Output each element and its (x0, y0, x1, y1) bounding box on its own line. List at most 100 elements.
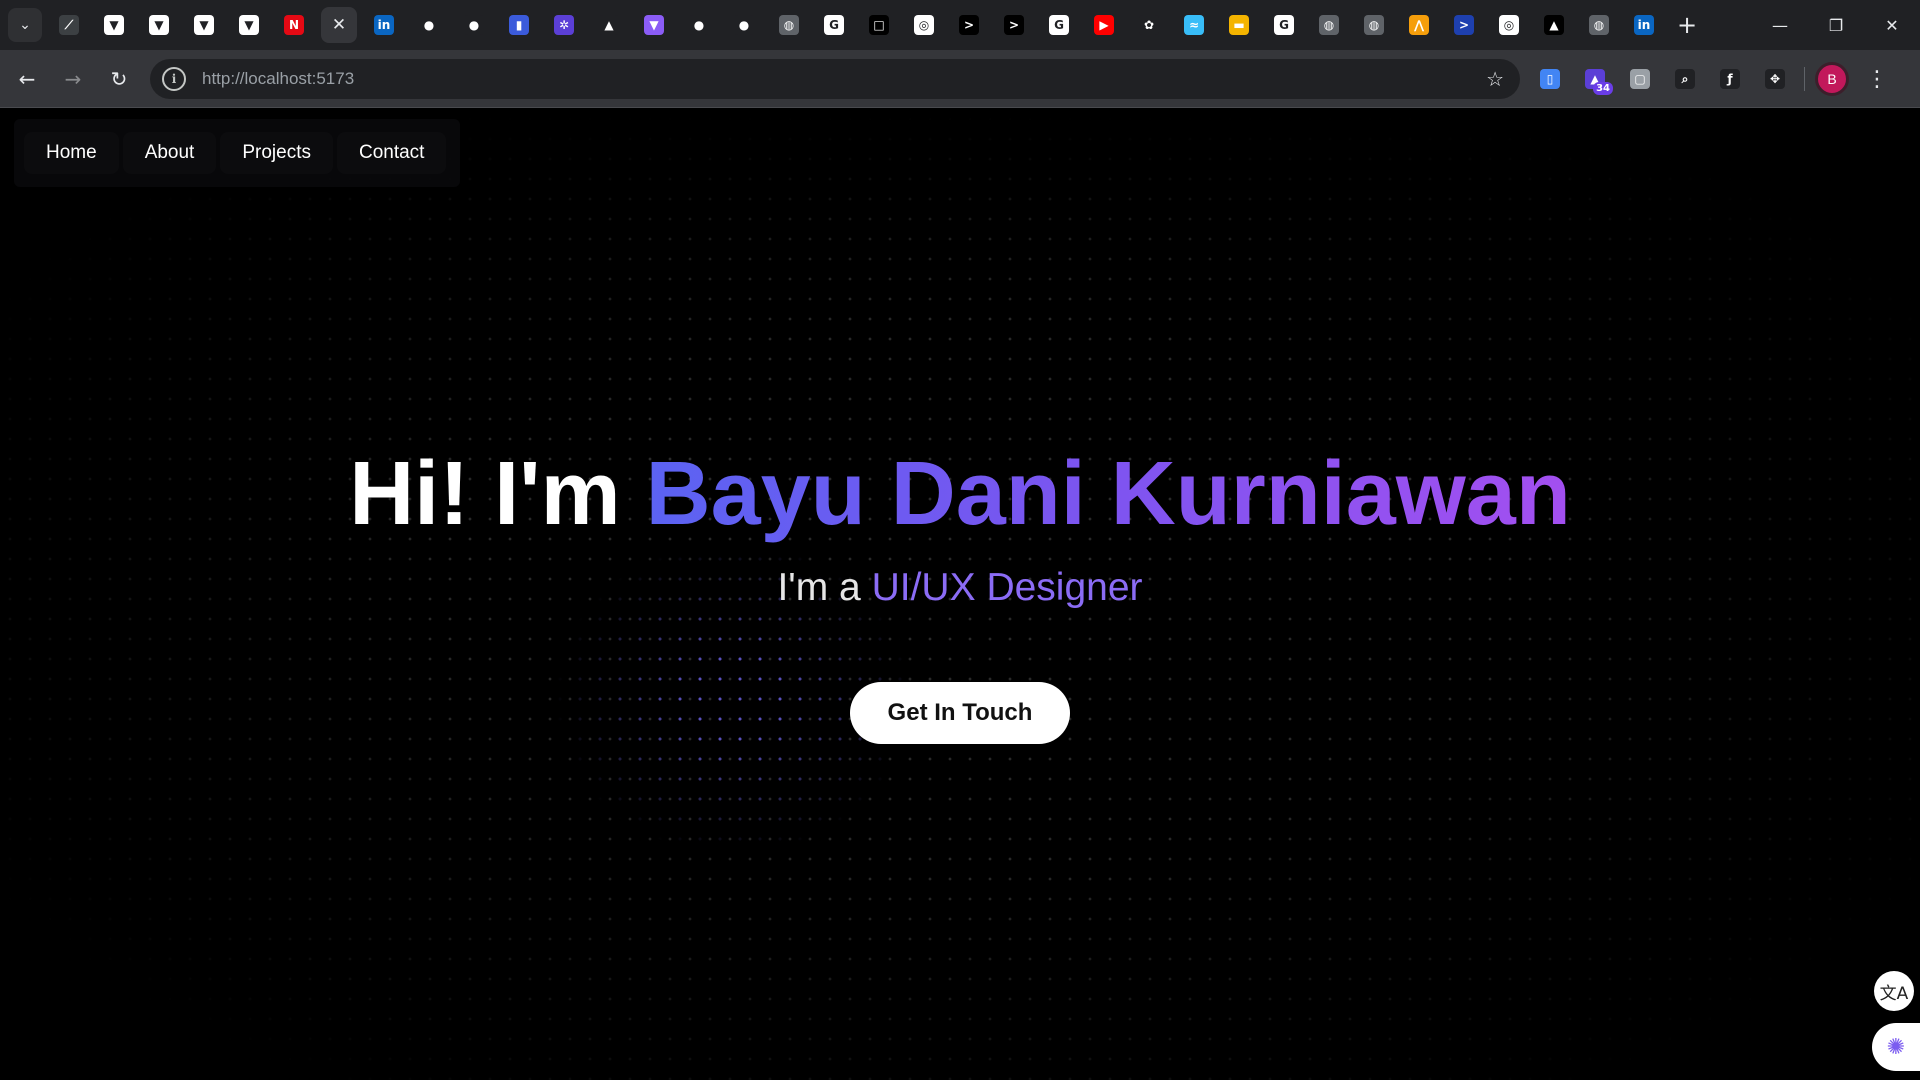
tailwind-icon: ≈ (1184, 15, 1204, 35)
hero-role: UI/UX Designer (871, 566, 1143, 609)
powershell-icon: > (1454, 15, 1474, 35)
browser-tab[interactable]: ▼ (141, 7, 177, 43)
docs-icon: ▯ (1540, 69, 1560, 89)
browser-tab[interactable]: ● (681, 7, 717, 43)
browser-tab[interactable]: ▲ (591, 7, 627, 43)
extension-button[interactable]: ▲ 34 (1577, 61, 1613, 97)
browser-tab[interactable]: ▶ (1086, 7, 1122, 43)
close-icon[interactable]: ✕ (332, 15, 346, 35)
kebab-menu-icon: ⋮ (1866, 66, 1888, 92)
hero-subtitle: I'm a UI/UX Designer (0, 563, 1920, 613)
browser-tab[interactable]: G (816, 7, 852, 43)
globe-icon: ◍ (1319, 15, 1339, 35)
hero-title: Hi! I'm Bayu Dani Kurniawan (0, 439, 1920, 549)
youtube-icon: ▶ (1094, 15, 1114, 35)
restore-button[interactable]: ❐ (1808, 0, 1864, 50)
browser-tab[interactable]: ◍ (1311, 7, 1347, 43)
extension-badge: 34 (1593, 82, 1613, 95)
browser-tab[interactable]: ● (456, 7, 492, 43)
arrow-left-icon: ← (18, 66, 36, 91)
browser-tab[interactable]: □ (861, 7, 897, 43)
translate-button[interactable]: 文A (1874, 971, 1914, 1011)
vercel-icon: ▼ (194, 15, 214, 35)
reload-icon: ↻ (110, 66, 128, 91)
toolbar-divider (1804, 67, 1805, 91)
vercel-icon: ▼ (104, 15, 124, 35)
puzzle-icon: ✥ (1765, 69, 1785, 89)
settings-icon: ✲ (554, 15, 574, 35)
chart-icon: ▮ (509, 15, 529, 35)
profile-avatar[interactable]: B (1815, 62, 1849, 96)
browser-tab[interactable]: ▼ (231, 7, 267, 43)
google-icon: G (1274, 15, 1294, 35)
new-tab-button[interactable]: + (1670, 8, 1704, 42)
linkedin-icon: in (1634, 15, 1654, 35)
back-button[interactable]: ← (8, 60, 46, 98)
browser-tab[interactable]: > (1446, 7, 1482, 43)
vercel-icon: ▼ (149, 15, 169, 35)
bookmark-star-icon[interactable]: ☆ (1486, 67, 1504, 91)
browser-tab[interactable]: ✿ (1131, 7, 1167, 43)
hero-greeting: Hi! I'm (349, 444, 646, 544)
globe-icon: ◍ (1364, 15, 1384, 35)
minimize-button[interactable]: — (1752, 0, 1808, 50)
browser-tab[interactable]: ≈ (1176, 7, 1212, 43)
github-icon: ● (464, 15, 484, 35)
browser-tab[interactable]: ◍ (1581, 7, 1617, 43)
browser-tab[interactable]: G (1041, 7, 1077, 43)
browser-tab[interactable]: ▬ (1221, 7, 1257, 43)
browser-tab[interactable]: in (1626, 7, 1662, 43)
tab-strip: ⌄ ⟋ ▼ ▼ ▼ ▼ N ✕ in ● ● ▮ ✲ ▲ ▼ ● ● ◍ G □ ◎ > > G ▶ ✿ ≈ ▬ G ◍ ◍ ⋀ > ◎ ▲ ◍ in… (0, 0, 1920, 50)
browser-tab[interactable]: ▼ (636, 7, 672, 43)
browser-menu-button[interactable]: ⋮ (1861, 61, 1893, 97)
browser-tab[interactable]: in (366, 7, 402, 43)
function-icon: ƒ (1720, 69, 1740, 89)
extension-button[interactable]: ▢ (1622, 61, 1658, 97)
browser-tab[interactable]: ▼ (96, 7, 132, 43)
forward-button[interactable]: → (54, 60, 92, 98)
browser-tab[interactable]: G (1266, 7, 1302, 43)
brain-icon: ✺ (1886, 1034, 1906, 1060)
chevron-down-icon: ⌄ (19, 17, 31, 33)
url-text[interactable]: http://localhost:5173 (202, 69, 354, 89)
get-in-touch-button[interactable]: Get In Touch (850, 682, 1070, 744)
slides-icon: ▬ (1229, 15, 1249, 35)
browser-tab[interactable]: ◍ (1356, 7, 1392, 43)
reload-button[interactable]: ↻ (100, 60, 138, 98)
browser-tab[interactable]: ◍ (771, 7, 807, 43)
chrome-icon: ◎ (914, 15, 934, 35)
hero-name: Bayu Dani Kurniawan (645, 444, 1571, 544)
browser-toolbar: ← → ↻ i http://localhost:5173 ☆ ▯ ▲ 34 ▢ ⌕ ƒ ✥… (0, 50, 1920, 108)
address-bar[interactable]: i http://localhost:5173 ☆ (150, 59, 1520, 99)
globe-icon: ◍ (1589, 15, 1609, 35)
browser-tab[interactable]: ▮ (501, 7, 537, 43)
extension-button[interactable]: ▯ (1532, 61, 1568, 97)
triangle-icon: ▲ (1544, 15, 1564, 35)
browser-tab[interactable]: ✕ (321, 7, 357, 43)
browser-tab[interactable]: > (951, 7, 987, 43)
tab-search-button[interactable]: ⌄ (8, 8, 42, 42)
vite-icon: ▼ (644, 15, 664, 35)
browser-tab[interactable]: ✲ (546, 7, 582, 43)
browser-tab[interactable]: ▲ (1536, 7, 1572, 43)
browser-tab[interactable]: ◎ (1491, 7, 1527, 43)
openai-icon: ✿ (1139, 15, 1159, 35)
github-icon: ● (419, 15, 439, 35)
site-info-icon[interactable]: i (162, 67, 186, 91)
browser-tab[interactable]: ◎ (906, 7, 942, 43)
linkedin-icon: in (374, 15, 394, 35)
close-window-button[interactable]: ✕ (1864, 0, 1920, 50)
extension-button[interactable]: ƒ (1712, 61, 1748, 97)
browser-tab[interactable]: ● (726, 7, 762, 43)
extensions-area: ▯ ▲ 34 ▢ ⌕ ƒ ✥ B ⋮ (1532, 59, 1893, 99)
extension-button[interactable]: ✥ (1757, 61, 1793, 97)
browser-tab[interactable]: > (996, 7, 1032, 43)
extension-button[interactable]: ⌕ (1667, 61, 1703, 97)
assistant-button[interactable]: ✺ (1872, 1023, 1920, 1071)
browser-tab[interactable]: ● (411, 7, 447, 43)
browser-tab[interactable]: N (276, 7, 312, 43)
globe-icon: ◍ (779, 15, 799, 35)
browser-tab[interactable]: ⟋ (51, 7, 87, 43)
browser-tab[interactable]: ▼ (186, 7, 222, 43)
browser-tab[interactable]: ⋀ (1401, 7, 1437, 43)
